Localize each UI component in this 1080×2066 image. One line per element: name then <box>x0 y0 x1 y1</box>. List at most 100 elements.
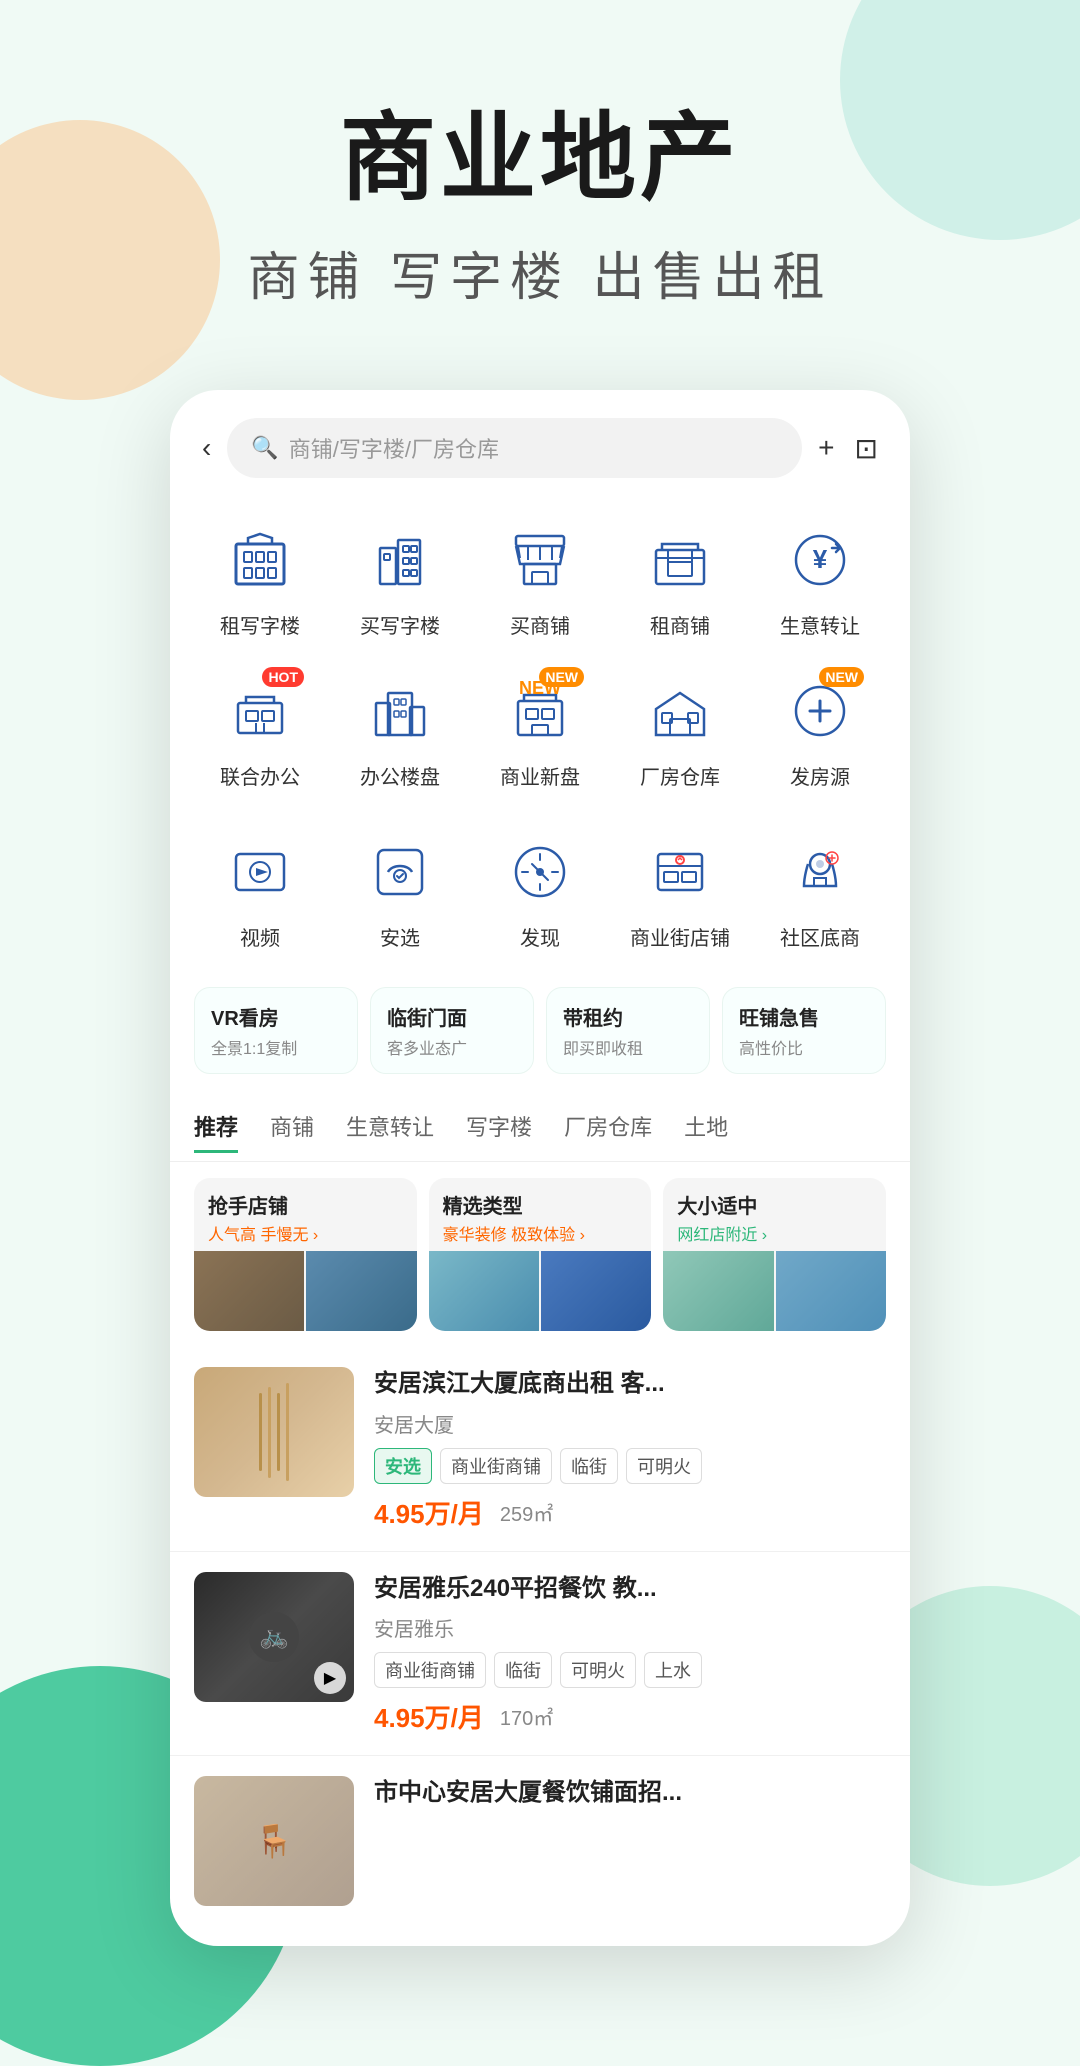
badge-new-1: NEW <box>539 667 584 687</box>
tag-curbside-1: 临街 <box>560 1448 618 1484</box>
cat-icon-post: NEW <box>780 671 860 751</box>
tab-recommend[interactable]: 推荐 <box>194 1102 238 1153</box>
cat-community[interactable]: 社区底商 <box>750 816 890 967</box>
feature-hot-sub: 高性价比 <box>739 1035 869 1059</box>
listing-thumb-bg-3: 🪑 <box>194 1776 354 1906</box>
cat-rent-shop[interactable]: 租商铺 <box>610 504 750 655</box>
feature-street[interactable]: 临街门面 客多业态广 <box>370 987 534 1074</box>
cat-buy-office[interactable]: 买写字楼 <box>330 504 470 655</box>
listing-title-2: 安居雅乐240平招餐饮 教... <box>374 1572 886 1606</box>
listing-area-1: 259㎡ <box>500 1498 553 1527</box>
cat-label-anx: 安选 <box>380 922 420 951</box>
cat-icon-transfer: ¥ <box>780 520 860 600</box>
cat-label-commercial-new: 商业新盘 <box>500 761 580 790</box>
cat-label-office-estate: 办公楼盘 <box>360 761 440 790</box>
tab-transfer[interactable]: 生意转让 <box>346 1102 434 1153</box>
tab-land[interactable]: 土地 <box>684 1102 728 1153</box>
cat-label-rent-shop: 租商铺 <box>650 610 710 639</box>
listing-area-2: 170㎡ <box>500 1702 553 1731</box>
cat-label-community: 社区底商 <box>780 922 860 951</box>
cat-icon-video <box>220 832 300 912</box>
listing-info-2: 安居雅乐240平招餐饮 教... 安居雅乐 商业街商铺 临街 可明火 上水 4.… <box>374 1572 886 1736</box>
cat-icon-warehouse <box>640 671 720 751</box>
promo-luxury-images <box>429 1251 652 1331</box>
cat-icon-commercial-new: NEW NEW <box>500 671 580 751</box>
cat-label-buy-shop: 买商铺 <box>510 610 570 639</box>
cat-anx[interactable]: 安选 <box>330 816 470 967</box>
feature-hot-shop[interactable]: 旺铺急售 高性价比 <box>722 987 886 1074</box>
promo-hot-shop[interactable]: 抢手店铺 人气高 手慢无 › <box>194 1178 417 1331</box>
promo-medium-sub: 网红店附近 › <box>677 1221 872 1245</box>
category-grid-main: 租写字楼 买写字楼 <box>170 494 910 816</box>
listing-price-2: 4.95万/月 <box>374 1698 484 1735</box>
listing-thumb-bg-1 <box>194 1367 354 1497</box>
tag-street-shop-2: 商业街商铺 <box>374 1652 486 1688</box>
play-button-2[interactable]: ▶ <box>314 1662 346 1694</box>
promo-img-shop1 <box>194 1251 304 1331</box>
svg-text:¥: ¥ <box>813 544 828 574</box>
promo-luxury-sub: 豪华装修 极致体验 › <box>443 1221 638 1245</box>
cat-commercial-new[interactable]: NEW NEW 商业新盘 <box>470 655 610 806</box>
cat-label-warehouse: 厂房仓库 <box>640 761 720 790</box>
cat-label-rent-office: 租写字楼 <box>220 610 300 639</box>
promo-hot-sub: 人气高 手慢无 › <box>208 1221 403 1245</box>
category-grid-secondary: 视频 安选 <box>170 816 910 977</box>
promo-img-shop2 <box>306 1251 416 1331</box>
promo-luxury-title: 精选类型 <box>443 1190 638 1219</box>
cat-icon-rent-office <box>220 520 300 600</box>
tag-water-2: 上水 <box>644 1652 702 1688</box>
cat-rent-office[interactable]: 租写字楼 <box>190 504 330 655</box>
tab-office[interactable]: 写字楼 <box>466 1102 532 1153</box>
message-button[interactable]: ⊡ <box>855 432 878 465</box>
promo-hot-images <box>194 1251 417 1331</box>
listing-item-1[interactable]: 安居滨江大厦底商出租 客... 安居大厦 安选 商业街商铺 临街 可明火 4.9… <box>170 1347 910 1552</box>
add-button[interactable]: + <box>818 432 834 464</box>
promo-medium-header: 大小适中 网红店附近 › <box>663 1178 886 1251</box>
feature-vr-sub: 全景1:1复制 <box>211 1035 341 1059</box>
cat-office-estate[interactable]: 办公楼盘 <box>330 655 470 806</box>
listing-tags-2: 商业街商铺 临街 可明火 上水 <box>374 1652 886 1688</box>
tag-anx-1: 安选 <box>374 1448 432 1484</box>
cat-label-discover: 发现 <box>520 922 560 951</box>
promo-row: 抢手店铺 人气高 手慢无 › 精选类型 豪华装修 极致体验 › 大小适中 网红店… <box>170 1162 910 1347</box>
promo-hot-header: 抢手店铺 人气高 手慢无 › <box>194 1178 417 1251</box>
promo-img-luxury2 <box>541 1251 651 1331</box>
header-section: 商业地产 商铺 写字楼 出售出租 <box>0 0 1080 350</box>
listing-thumb-1 <box>194 1367 354 1497</box>
cat-label-street-shop: 商业街店铺 <box>630 922 730 951</box>
cat-icon-office-estate <box>360 671 440 751</box>
search-bar[interactable]: 🔍 商铺/写字楼/厂房仓库 <box>227 418 802 478</box>
back-button[interactable]: ‹ <box>202 432 211 464</box>
listing-item-2[interactable]: 🚲 ▶ 安居雅乐240平招餐饮 教... 安居雅乐 商业街商铺 临街 可明火 上… <box>170 1552 910 1757</box>
feature-lease[interactable]: 带租约 即买即收租 <box>546 987 710 1074</box>
listing-thumb-3: 🪑 <box>194 1776 354 1906</box>
cat-warehouse[interactable]: 厂房仓库 <box>610 655 750 806</box>
promo-luxury[interactable]: 精选类型 豪华装修 极致体验 › <box>429 1178 652 1331</box>
cat-video[interactable]: 视频 <box>190 816 330 967</box>
tab-shop[interactable]: 商铺 <box>270 1102 314 1153</box>
promo-medium[interactable]: 大小适中 网红店附近 › <box>663 1178 886 1331</box>
cat-label-buy-office: 买写字楼 <box>360 610 440 639</box>
cat-icon-buy-shop <box>500 520 580 600</box>
listing-price-row-1: 4.95万/月 259㎡ <box>374 1494 886 1531</box>
page-title: 商业地产 <box>0 80 1080 219</box>
cat-buy-shop[interactable]: 买商铺 <box>470 504 610 655</box>
cat-post[interactable]: NEW 发房源 <box>750 655 890 806</box>
tab-warehouse[interactable]: 厂房仓库 <box>564 1102 652 1153</box>
cat-cowork[interactable]: HOT 联合办公 <box>190 655 330 806</box>
feature-vr-title: VR看房 <box>211 1002 341 1031</box>
promo-hot-title: 抢手店铺 <box>208 1190 403 1219</box>
listing-info-1: 安居滨江大厦底商出租 客... 安居大厦 安选 商业街商铺 临街 可明火 4.9… <box>374 1367 886 1531</box>
feature-vr[interactable]: VR看房 全景1:1复制 <box>194 987 358 1074</box>
listing-title-1: 安居滨江大厦底商出租 客... <box>374 1367 886 1401</box>
search-icon: 🔍 <box>251 435 278 461</box>
cat-discover[interactable]: 发现 <box>470 816 610 967</box>
feature-hot-title: 旺铺急售 <box>739 1002 869 1031</box>
cat-label-transfer: 生意转让 <box>780 610 860 639</box>
feature-street-sub: 客多业态广 <box>387 1035 517 1059</box>
listing-item-3[interactable]: 🪑 市中心安居大厦餐饮铺面招... <box>170 1756 910 1926</box>
promo-medium-images <box>663 1251 886 1331</box>
cat-icon-community <box>780 832 860 912</box>
cat-transfer[interactable]: ¥ 生意转让 <box>750 504 890 655</box>
cat-street-shop[interactable]: 商业街店铺 <box>610 816 750 967</box>
